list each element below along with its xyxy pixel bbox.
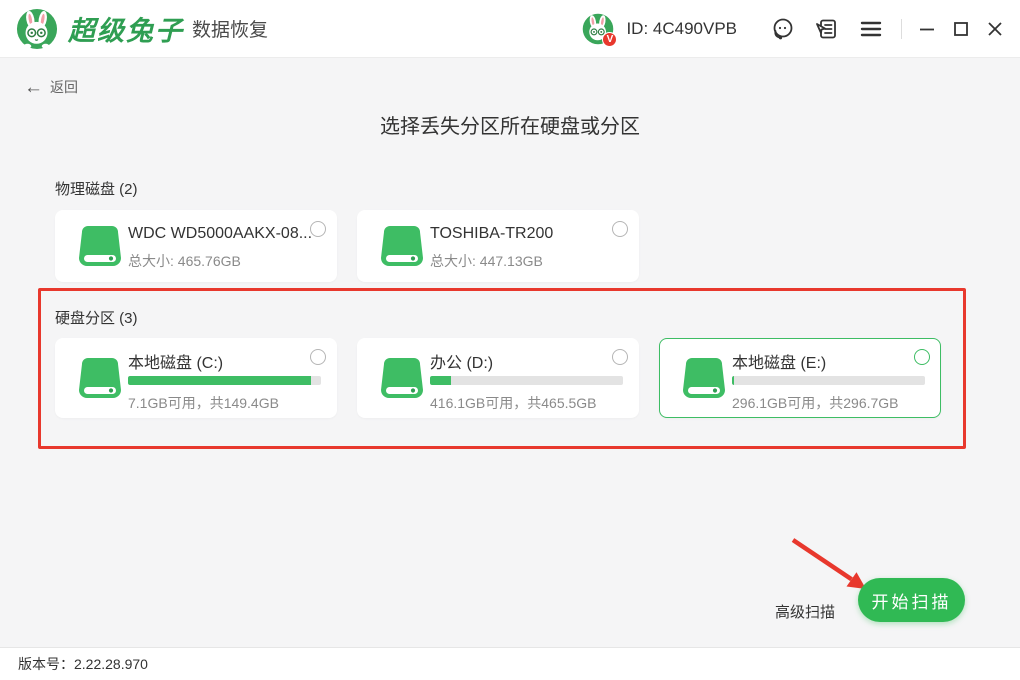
partition-card-d[interactable]: 办公 (D:) 416.1GB可用，共465.5GB: [357, 338, 639, 418]
partitions-heading: 硬盘分区 (3): [55, 310, 138, 327]
advanced-scan-button[interactable]: 高级扫描: [775, 601, 835, 622]
back-button[interactable]: ← 返回: [24, 77, 78, 97]
hard-drive-icon: [79, 226, 121, 266]
menu-icon[interactable]: [858, 16, 884, 42]
partition-usage: 7.1GB可用，共149.4GB: [128, 395, 279, 411]
disk-name: TOSHIBA-TR200: [430, 225, 554, 242]
partition-usage: 296.1GB可用，共296.7GB: [732, 395, 899, 411]
minimize-button[interactable]: [912, 16, 942, 42]
partition-usage: 416.1GB可用，共465.5GB: [430, 395, 597, 411]
partition-name: 办公 (D:): [430, 355, 494, 372]
disk-name: WDC WD5000AAKX-08...: [128, 225, 313, 242]
support-icon[interactable]: [770, 16, 796, 42]
titlebar-separator: [901, 19, 902, 39]
brand-name: 超级兔子: [68, 16, 184, 46]
hard-drive-icon: [381, 226, 423, 266]
app-logo-rabbit-icon: [16, 8, 58, 49]
page-title: 选择丢失分区所在硬盘或分区: [380, 116, 640, 138]
partition-name: 本地磁盘 (C:): [128, 355, 224, 372]
hard-drive-icon: [381, 358, 423, 398]
user-avatar[interactable]: V: [582, 13, 618, 47]
titlebar: 超级兔子 数据恢复 V ID: 4C490VPB: [0, 0, 1020, 58]
partition-card-c[interactable]: 本地磁盘 (C:) 7.1GB可用，共149.4GB: [55, 338, 337, 418]
feedback-icon[interactable]: [814, 16, 840, 42]
hard-drive-icon: [79, 358, 121, 398]
brand: 超级兔子 数据恢复: [16, 8, 268, 50]
partition-card-e[interactable]: 本地磁盘 (E:) 296.1GB可用，共296.7GB: [659, 338, 941, 418]
footer: 版本号：2.22.28.970: [0, 647, 1020, 680]
disk-size: 总大小: 465.76GB: [128, 253, 241, 269]
disk-card-toshiba[interactable]: TOSHIBA-TR200 总大小: 447.13GB: [357, 210, 639, 282]
user-id: ID: 4C490VPB: [626, 19, 737, 38]
start-scan-button[interactable]: 开始扫描: [858, 578, 965, 622]
back-label: 返回: [50, 79, 78, 95]
version-label: 版本号：2.22.28.970: [18, 656, 148, 672]
hard-drive-icon: [683, 358, 725, 398]
physical-disks-heading: 物理磁盘 (2): [55, 181, 138, 198]
usage-bar: [430, 376, 623, 385]
disk-size: 总大小: 447.13GB: [430, 253, 543, 269]
brand-product: 数据恢复: [192, 20, 269, 41]
usage-bar: [732, 376, 925, 385]
usage-bar: [128, 376, 321, 385]
maximize-button[interactable]: [946, 16, 976, 42]
disk-card-wdc[interactable]: WDC WD5000AAKX-08... 总大小: 465.76GB: [55, 210, 337, 282]
close-button[interactable]: [980, 16, 1010, 42]
vip-badge: V: [602, 32, 618, 47]
back-arrow-icon: ←: [24, 76, 43, 98]
partition-name: 本地磁盘 (E:): [732, 355, 827, 372]
